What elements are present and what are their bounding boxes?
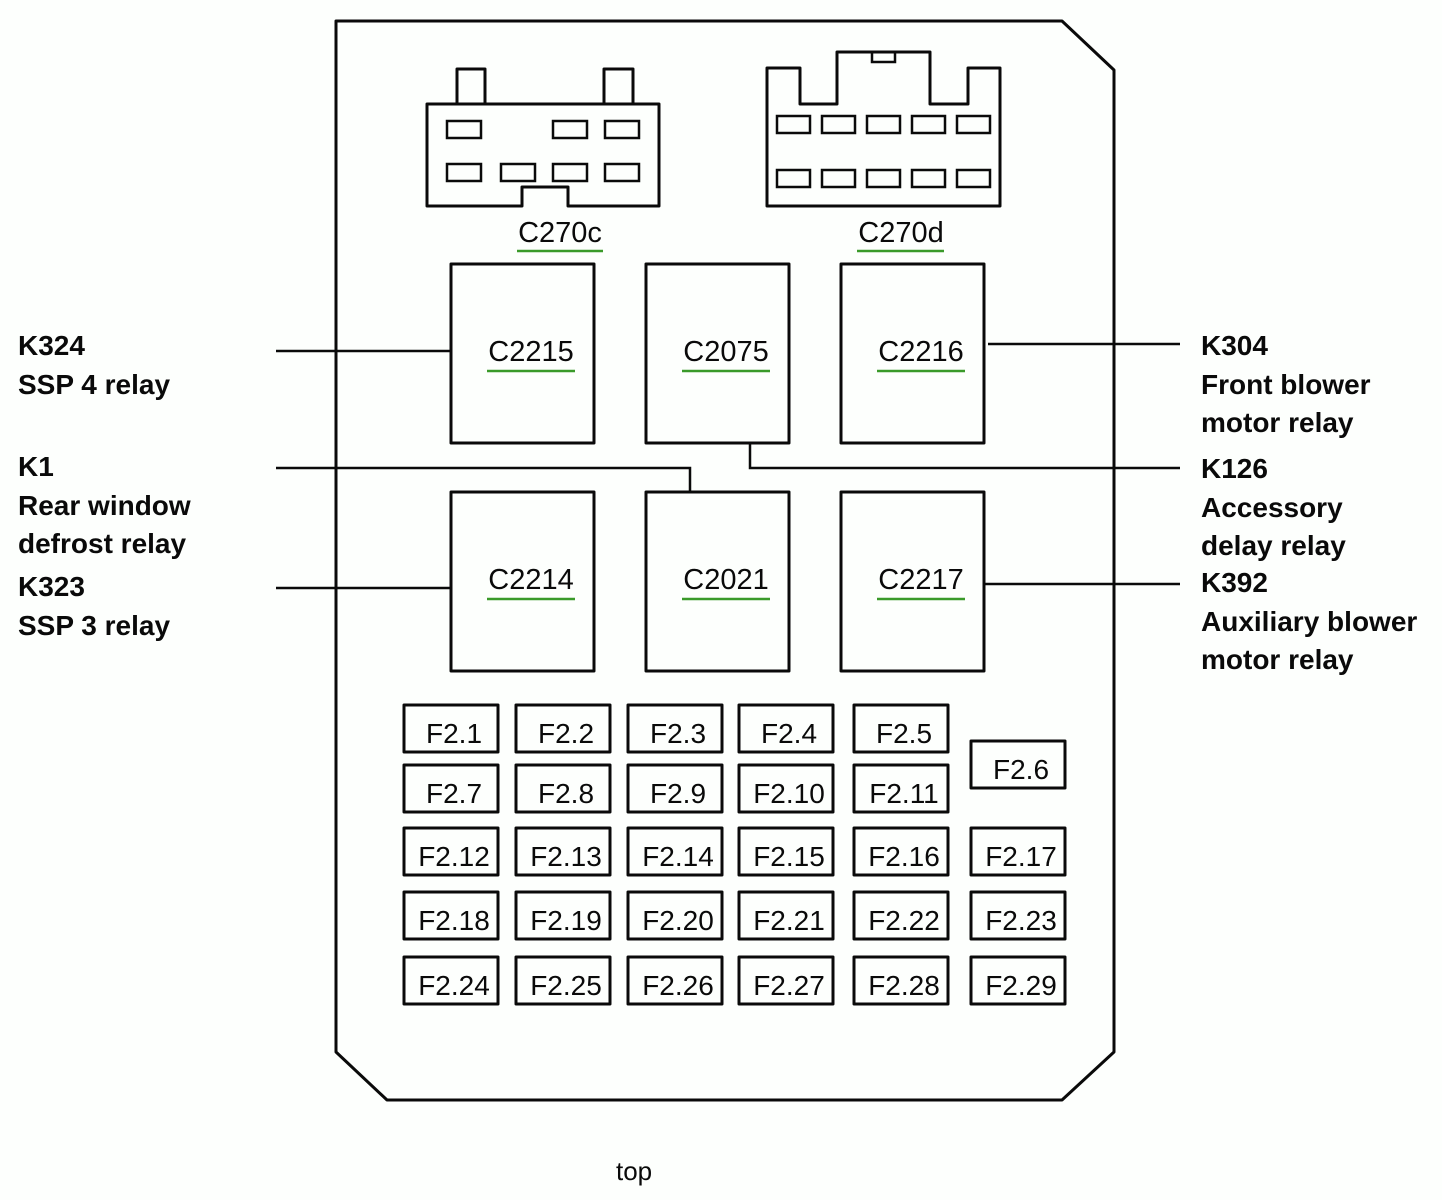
relay-socket-c2075[interactable]: C2075 bbox=[644, 262, 791, 445]
fuse-f2-6[interactable]: F2.6 bbox=[969, 739, 1067, 790]
orientation-label: top bbox=[616, 1156, 653, 1186]
fuse-label: F2.7 bbox=[426, 778, 482, 809]
fuse-label: F2.5 bbox=[876, 718, 932, 749]
callout-k392: K392 Auxiliary blower motor relay bbox=[1201, 564, 1417, 680]
relay-code: K324 bbox=[18, 330, 85, 361]
fuse-f2-24[interactable]: F2.24 bbox=[402, 955, 500, 1006]
relay-description: motor relay bbox=[1201, 407, 1354, 438]
fuse-f2-18[interactable]: F2.18 bbox=[402, 890, 500, 941]
fuse-label: F2.19 bbox=[530, 905, 602, 936]
fuse-label: F2.2 bbox=[538, 718, 594, 749]
fuse-f2-21[interactable]: F2.21 bbox=[737, 890, 835, 941]
fuse-label: F2.29 bbox=[985, 970, 1057, 1001]
callout-k304: K304 Front blower motor relay bbox=[1201, 327, 1371, 443]
fuse-label: F2.12 bbox=[418, 841, 490, 872]
fuse-f2-12[interactable]: F2.12 bbox=[402, 826, 500, 877]
fuse-label: F2.3 bbox=[650, 718, 706, 749]
fuse-label: F2.17 bbox=[985, 841, 1057, 872]
fuse-f2-27[interactable]: F2.27 bbox=[737, 955, 835, 1006]
fuse-label: F2.9 bbox=[650, 778, 706, 809]
callout-leader-lines bbox=[276, 342, 1180, 590]
fuse-label: F2.18 bbox=[418, 905, 490, 936]
fuse-f2-11[interactable]: F2.11 bbox=[852, 763, 950, 814]
callout-k126: K126 Accessory delay relay bbox=[1201, 450, 1346, 566]
relay-socket-c2214[interactable]: C2214 bbox=[449, 490, 596, 673]
relay-description: delay relay bbox=[1201, 530, 1346, 561]
fuse-f2-10[interactable]: F2.10 bbox=[737, 763, 835, 814]
relay-description: Accessory bbox=[1201, 491, 1343, 523]
fuse-f2-15[interactable]: F2.15 bbox=[737, 826, 835, 877]
relay-socket-c2215[interactable]: C2215 bbox=[449, 262, 596, 445]
relay-description: Rear window bbox=[18, 489, 191, 521]
fuse-label: F2.23 bbox=[985, 905, 1057, 936]
fuse-label: F2.21 bbox=[753, 905, 825, 936]
relay-socket-label: C2216 bbox=[878, 336, 963, 368]
connector-label: C270d bbox=[858, 217, 943, 249]
fuse-f2-16[interactable]: F2.16 bbox=[852, 826, 950, 877]
relay-socket-c2217[interactable]: C2217 bbox=[839, 490, 986, 673]
fuse-label: F2.25 bbox=[530, 970, 602, 1001]
fuse-f2-23[interactable]: F2.23 bbox=[969, 890, 1067, 941]
fuse-label: F2.11 bbox=[869, 778, 939, 809]
fuse-f2-5[interactable]: F2.5 bbox=[852, 703, 950, 754]
relay-description: defrost relay bbox=[18, 528, 187, 559]
fuse-label: F2.28 bbox=[868, 970, 940, 1001]
relay-socket-label: C2217 bbox=[878, 564, 963, 596]
fuse-f2-8[interactable]: F2.8 bbox=[514, 763, 612, 814]
fuse-f2-22[interactable]: F2.22 bbox=[852, 890, 950, 941]
fuse-label: F2.10 bbox=[753, 778, 825, 809]
fuse-label: F2.4 bbox=[761, 718, 817, 749]
relay-description: motor relay bbox=[1201, 644, 1354, 675]
fuse-label: F2.8 bbox=[538, 778, 594, 809]
connector-c270c[interactable]: C270c bbox=[425, 67, 661, 253]
relay-code: K392 bbox=[1201, 567, 1268, 598]
relay-description: Front blower bbox=[1201, 368, 1371, 400]
fuse-label: F2.1 bbox=[426, 718, 482, 749]
connector-label: C270c bbox=[518, 217, 602, 249]
connector-c270d[interactable]: C270d bbox=[765, 50, 1002, 253]
relay-socket-label: C2214 bbox=[488, 564, 573, 596]
relay-description: SSP 3 relay bbox=[18, 609, 171, 641]
relay-description: Auxiliary blower bbox=[1201, 605, 1418, 637]
relay-code: K323 bbox=[18, 571, 85, 602]
fuse-f2-29[interactable]: F2.29 bbox=[969, 955, 1067, 1006]
fuse-label: F2.6 bbox=[993, 754, 1049, 785]
fuse-label: F2.16 bbox=[868, 841, 940, 872]
fuse-f2-14[interactable]: F2.14 bbox=[626, 826, 724, 877]
fuse-f2-13[interactable]: F2.13 bbox=[514, 826, 612, 877]
fuse-f2-28[interactable]: F2.28 bbox=[852, 955, 950, 1006]
callout-k324: K324 SSP 4 relay bbox=[18, 327, 170, 404]
fuse-f2-17[interactable]: F2.17 bbox=[969, 826, 1067, 877]
relay-socket-c2021[interactable]: C2021 bbox=[644, 490, 791, 673]
fuse-f2-7[interactable]: F2.7 bbox=[402, 763, 500, 814]
fuse-f2-4[interactable]: F2.4 bbox=[737, 703, 835, 754]
fuse-label: F2.27 bbox=[753, 970, 825, 1001]
relay-socket-label: C2021 bbox=[683, 564, 768, 596]
fuse-f2-19[interactable]: F2.19 bbox=[514, 890, 612, 941]
fuse-label: F2.15 bbox=[753, 841, 825, 872]
fuse-label: F2.26 bbox=[642, 970, 714, 1001]
fuse-label: F2.20 bbox=[642, 905, 714, 936]
relay-description: SSP 4 relay bbox=[18, 368, 171, 400]
relay-code: K126 bbox=[1201, 453, 1268, 484]
relay-socket-label: C2215 bbox=[488, 336, 573, 368]
callout-k323: K323 SSP 3 relay bbox=[18, 568, 170, 645]
relay-code: K1 bbox=[18, 451, 54, 482]
fuse-label: F2.14 bbox=[642, 841, 714, 872]
fuse-f2-26[interactable]: F2.26 bbox=[626, 955, 724, 1006]
fuse-f2-3[interactable]: F2.3 bbox=[626, 703, 724, 754]
callout-k1: K1 Rear window defrost relay bbox=[18, 448, 191, 564]
fuse-f2-9[interactable]: F2.9 bbox=[626, 763, 724, 814]
relay-socket-label: C2075 bbox=[683, 336, 768, 368]
fuse-label: F2.24 bbox=[418, 970, 490, 1001]
fuse-f2-25[interactable]: F2.25 bbox=[514, 955, 612, 1006]
fuse-label: F2.13 bbox=[530, 841, 602, 872]
fuse-label: F2.22 bbox=[868, 905, 940, 936]
fuse-f2-1[interactable]: F2.1 bbox=[402, 703, 500, 754]
relay-socket-c2216[interactable]: C2216 bbox=[839, 262, 986, 445]
fuse-f2-2[interactable]: F2.2 bbox=[514, 703, 612, 754]
relay-code: K304 bbox=[1201, 330, 1268, 361]
fuse-f2-20[interactable]: F2.20 bbox=[626, 890, 724, 941]
